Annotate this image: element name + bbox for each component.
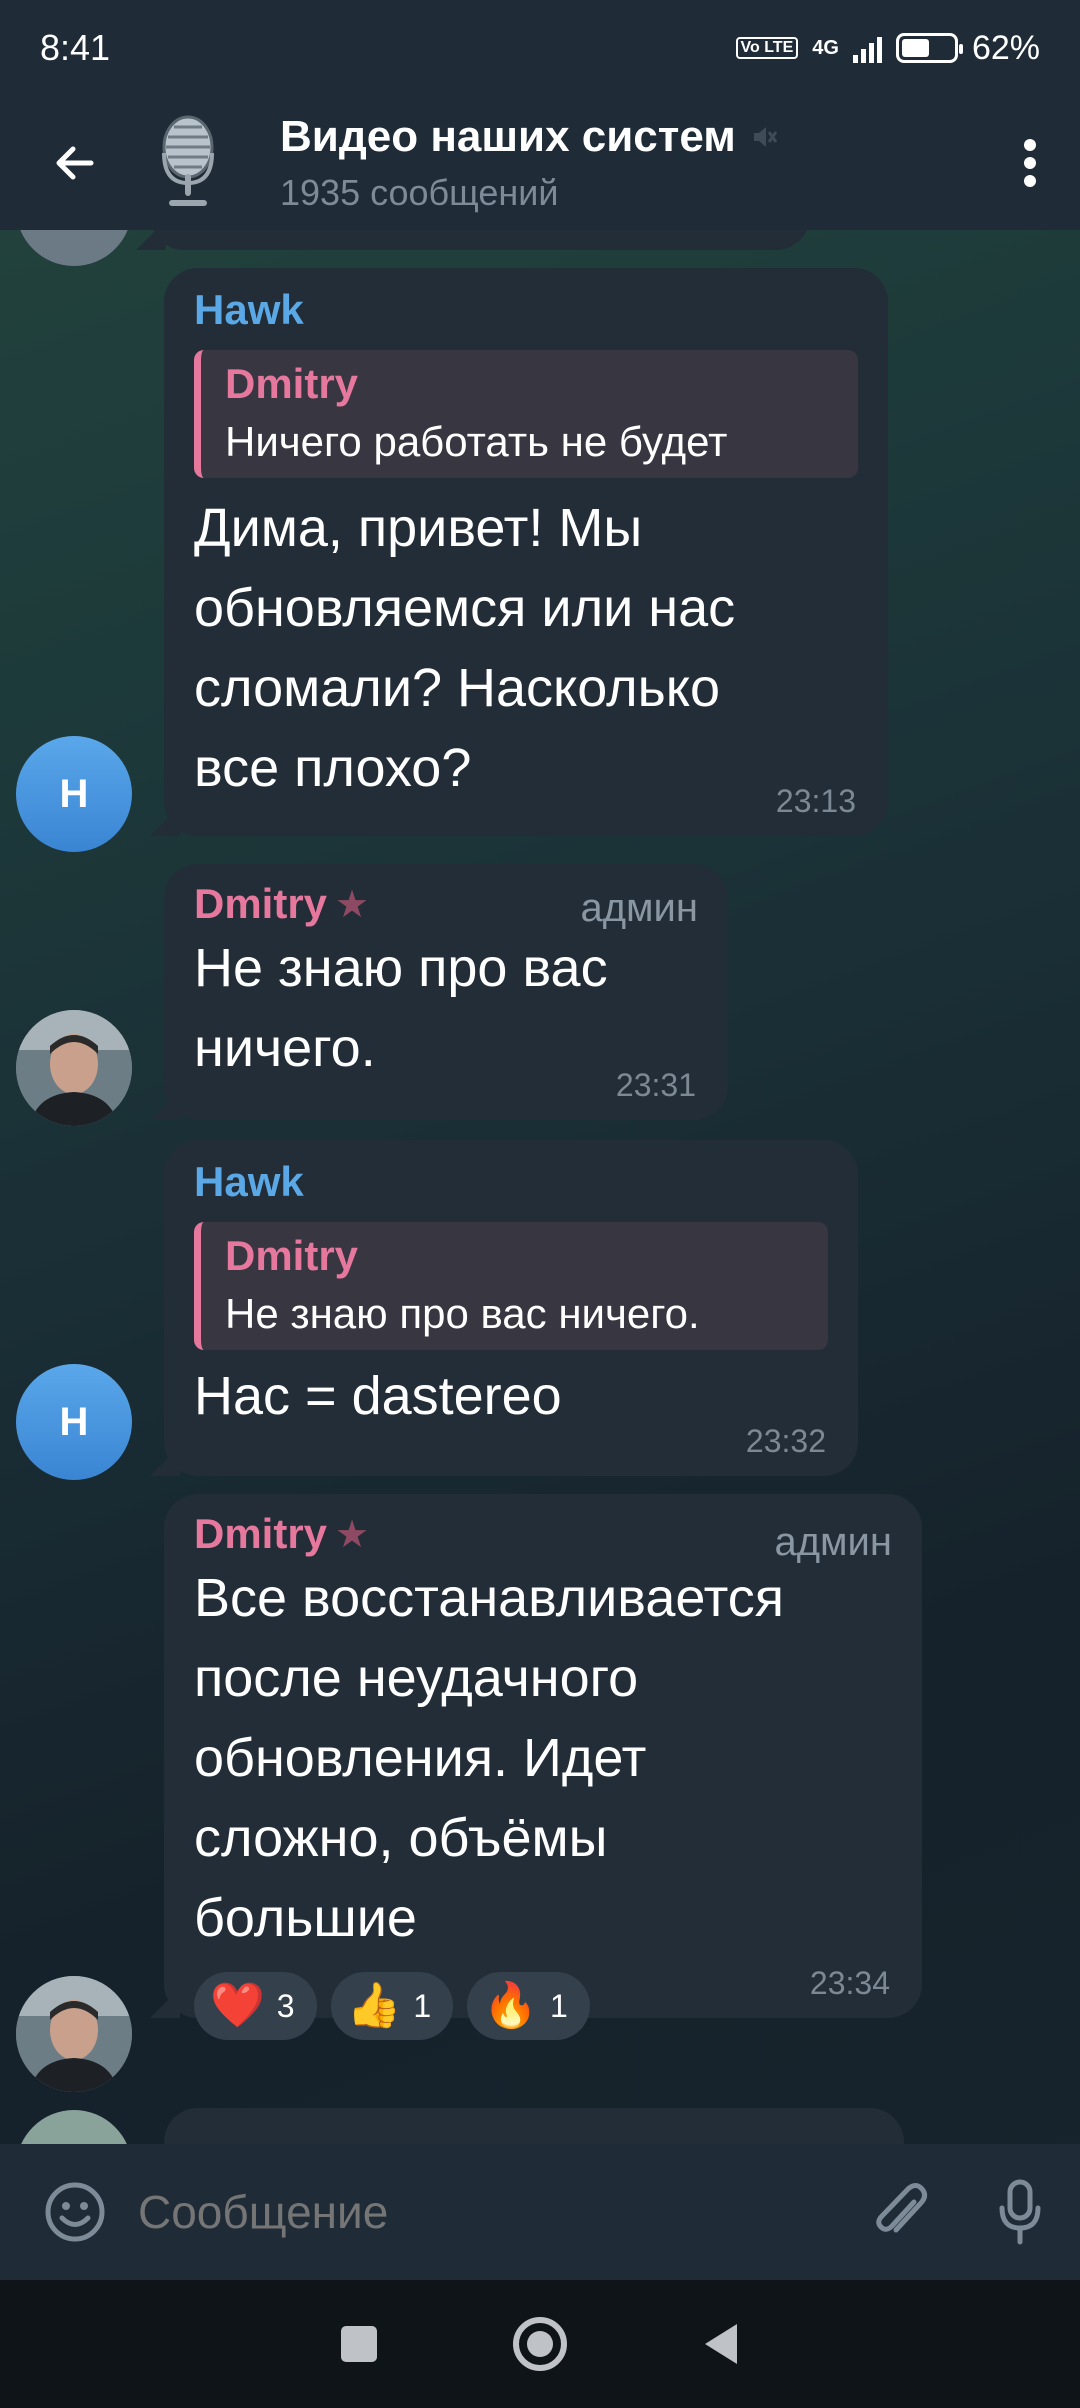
battery-icon [895, 33, 963, 63]
reaction-fire[interactable]: 🔥 1 [467, 1972, 590, 2040]
message-text: Дима, привет! Мы обновляемся или нас сло… [194, 498, 736, 798]
avatar-hawk[interactable]: H [16, 736, 132, 852]
message-bubble[interactable]: Hawk Dmitry Ничего работать не будет Дим… [164, 268, 888, 836]
reply-sender: Dmitry [225, 360, 359, 407]
sender-name[interactable]: Hawk [194, 1158, 828, 1206]
reaction-thumbs-up[interactable]: 👍 1 [330, 1972, 454, 2040]
network-type: 4G [812, 36, 839, 59]
avatar-partial[interactable] [16, 230, 132, 266]
more-menu-button[interactable] [980, 96, 1080, 230]
message-input-bar [0, 2144, 1080, 2280]
message-bubble-partial[interactable] [164, 2108, 904, 2144]
battery-level: 62% [971, 28, 1040, 67]
signal-icon [852, 33, 882, 63]
fire-icon: 🔥 [483, 1981, 538, 2030]
sender-name[interactable]: Hawk [194, 286, 858, 334]
heart-icon: ❤️ [210, 1981, 265, 2030]
header-info[interactable]: Видео наших систем 1935 сообщений [280, 112, 980, 214]
reaction-heart[interactable]: ❤️ 3 [194, 1972, 317, 2040]
reaction-count: 3 [276, 1987, 295, 2024]
message-time: 23:31 [615, 1067, 696, 1103]
admin-tag: админ [580, 886, 698, 930]
admin-tag: админ [774, 1520, 892, 1564]
reply-text: Ничего работать не будет [225, 418, 728, 465]
muted-icon [753, 127, 778, 147]
system-nav-bar [0, 2280, 1080, 2408]
person-photo-icon [16, 1010, 132, 1126]
reply-text: Не знаю про вас ничего. [225, 1290, 700, 1337]
message-list[interactable]: Hawk Dmitry Ничего работать не будет Дим… [0, 230, 1080, 2144]
sender-name[interactable]: Dmitry [194, 880, 327, 928]
message-time: 23:34 [809, 1965, 890, 2001]
chat-title: Видео наших систем [280, 112, 980, 162]
paperclip-icon [876, 2183, 928, 2233]
status-bar: 8:41 Vo LTE 4G 62% [0, 0, 1080, 96]
reply-sender: Dmitry [225, 1232, 359, 1279]
arrow-left-icon [56, 146, 94, 180]
reaction-count: 1 [413, 1987, 432, 2024]
message-time: 23:13 [775, 783, 856, 819]
avatar-dmitry[interactable] [16, 1976, 132, 2092]
home-icon[interactable] [511, 2315, 569, 2373]
back-nav-icon[interactable] [699, 2320, 743, 2368]
reactions: ❤️ 3 👍 1 🔥 1 [194, 1972, 892, 2040]
channel-avatar[interactable] [144, 113, 236, 213]
person-photo-icon [16, 1976, 132, 2092]
reaction-count: 1 [549, 1987, 568, 2024]
message-input[interactable] [138, 2185, 840, 2239]
emoji-icon [45, 2182, 105, 2242]
message-bubble[interactable]: Dmitry ★ админ Все восстанавливается пос… [164, 1494, 922, 2040]
more-vertical-icon [1024, 139, 1036, 187]
avatar-partial[interactable] [16, 2110, 132, 2144]
reply-quote[interactable]: Dmitry Ничего работать не будет [194, 350, 858, 478]
avatar-dmitry[interactable] [16, 1010, 132, 1126]
avatar-hawk[interactable]: H [16, 1364, 132, 1480]
chat-header: Видео наших систем 1935 сообщений [0, 96, 1080, 230]
back-button[interactable] [0, 96, 150, 230]
status-icons: Vo LTE 4G 62% [735, 28, 1040, 68]
sender-name[interactable]: Dmitry [194, 1510, 327, 1558]
reply-quote[interactable]: Dmitry Не знаю про вас ничего. [194, 1222, 828, 1350]
microphone-icon [999, 2179, 1041, 2245]
message-time: 23:32 [745, 1423, 826, 1459]
thumbs-up-icon: 👍 [346, 1981, 402, 2030]
star-icon: ★ [335, 1513, 370, 1556]
chat-subtitle: 1935 сообщений [280, 172, 559, 213]
recents-icon[interactable] [337, 2322, 381, 2366]
emoji-button[interactable] [0, 2181, 150, 2243]
message-text: Все восстанавливается после неудачного о… [194, 1568, 785, 1948]
voice-record-button[interactable] [960, 2178, 1080, 2246]
status-time: 8:41 [40, 27, 111, 68]
attach-button[interactable] [840, 2180, 960, 2244]
volte-icon: Vo LTE [735, 37, 799, 59]
star-icon: ★ [335, 883, 370, 926]
message-bubble[interactable]: Dmitry ★ админ Не знаю про вас ничего. 2… [164, 864, 728, 1120]
message-text: Нас = dastereo [194, 1366, 562, 1426]
microphone-logo-icon [162, 115, 214, 206]
message-text: Не знаю про вас ничего. [194, 938, 608, 1078]
message-bubble[interactable]: Hawk Dmitry Не знаю про вас ничего. Нас … [164, 1140, 858, 1476]
message-bubble-partial[interactable] [150, 230, 810, 250]
